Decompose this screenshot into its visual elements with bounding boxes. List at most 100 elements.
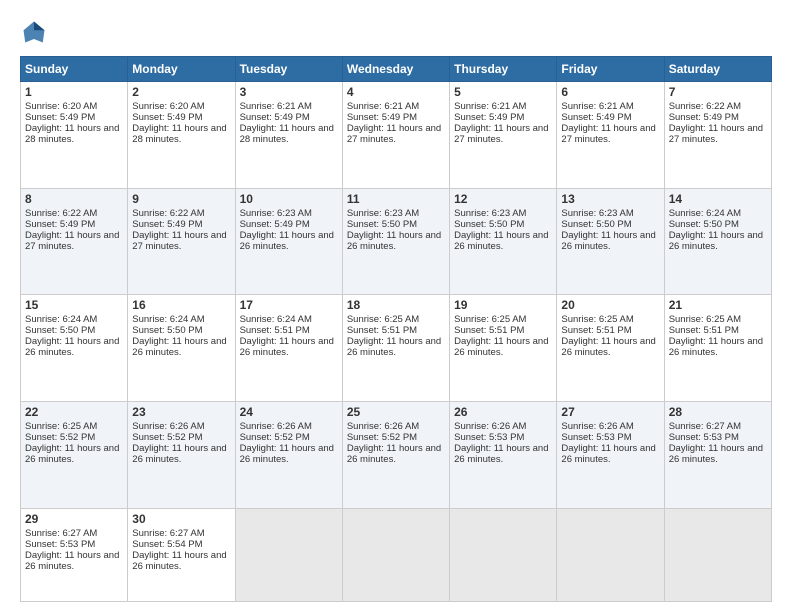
header-row: SundayMondayTuesdayWednesdayThursdayFrid… xyxy=(21,57,772,82)
col-header-thursday: Thursday xyxy=(450,57,557,82)
day-number: 25 xyxy=(347,405,445,419)
sunrise-label: Sunrise: 6:21 AM xyxy=(561,101,633,112)
sunset-label: Sunset: 5:50 PM xyxy=(132,325,202,336)
day-number: 21 xyxy=(669,298,767,312)
sunset-label: Sunset: 5:52 PM xyxy=(240,432,310,443)
daylight-label: Daylight: 11 hours and 26 minutes. xyxy=(669,336,763,358)
day-number: 20 xyxy=(561,298,659,312)
day-number: 17 xyxy=(240,298,338,312)
day-number: 14 xyxy=(669,192,767,206)
sunset-label: Sunset: 5:49 PM xyxy=(240,112,310,123)
sunrise-label: Sunrise: 6:23 AM xyxy=(347,208,419,219)
daylight-label: Daylight: 11 hours and 26 minutes. xyxy=(669,443,763,465)
daylight-label: Daylight: 11 hours and 26 minutes. xyxy=(347,230,441,252)
daylight-label: Daylight: 11 hours and 26 minutes. xyxy=(240,443,334,465)
sunset-label: Sunset: 5:49 PM xyxy=(669,112,739,123)
sunset-label: Sunset: 5:53 PM xyxy=(561,432,631,443)
sunrise-label: Sunrise: 6:22 AM xyxy=(25,208,97,219)
day-number: 15 xyxy=(25,298,123,312)
sunset-label: Sunset: 5:50 PM xyxy=(561,219,631,230)
col-header-saturday: Saturday xyxy=(664,57,771,82)
sunrise-label: Sunrise: 6:25 AM xyxy=(669,314,741,325)
day-number: 8 xyxy=(25,192,123,206)
sunset-label: Sunset: 5:53 PM xyxy=(25,539,95,550)
day-number: 11 xyxy=(347,192,445,206)
calendar-cell: 18 Sunrise: 6:25 AM Sunset: 5:51 PM Dayl… xyxy=(342,295,449,402)
daylight-label: Daylight: 11 hours and 26 minutes. xyxy=(132,443,226,465)
calendar-cell: 22 Sunrise: 6:25 AM Sunset: 5:52 PM Dayl… xyxy=(21,402,128,509)
calendar-cell: 20 Sunrise: 6:25 AM Sunset: 5:51 PM Dayl… xyxy=(557,295,664,402)
day-number: 24 xyxy=(240,405,338,419)
calendar-cell: 4 Sunrise: 6:21 AM Sunset: 5:49 PM Dayli… xyxy=(342,82,449,189)
sunset-label: Sunset: 5:49 PM xyxy=(454,112,524,123)
logo-icon xyxy=(20,18,48,46)
sunrise-label: Sunrise: 6:24 AM xyxy=(25,314,97,325)
sunrise-label: Sunrise: 6:24 AM xyxy=(240,314,312,325)
sunrise-label: Sunrise: 6:22 AM xyxy=(132,208,204,219)
sunrise-label: Sunrise: 6:27 AM xyxy=(132,528,204,539)
sunset-label: Sunset: 5:52 PM xyxy=(347,432,417,443)
day-number: 28 xyxy=(669,405,767,419)
sunrise-label: Sunrise: 6:27 AM xyxy=(25,528,97,539)
sunrise-label: Sunrise: 6:25 AM xyxy=(25,421,97,432)
week-row-3: 15 Sunrise: 6:24 AM Sunset: 5:50 PM Dayl… xyxy=(21,295,772,402)
calendar-cell: 11 Sunrise: 6:23 AM Sunset: 5:50 PM Dayl… xyxy=(342,188,449,295)
sunrise-label: Sunrise: 6:26 AM xyxy=(454,421,526,432)
day-number: 3 xyxy=(240,85,338,99)
week-row-1: 1 Sunrise: 6:20 AM Sunset: 5:49 PM Dayli… xyxy=(21,82,772,189)
daylight-label: Daylight: 11 hours and 27 minutes. xyxy=(454,123,548,145)
sunset-label: Sunset: 5:52 PM xyxy=(25,432,95,443)
day-number: 16 xyxy=(132,298,230,312)
calendar-cell xyxy=(450,508,557,601)
daylight-label: Daylight: 11 hours and 26 minutes. xyxy=(347,443,441,465)
daylight-label: Daylight: 11 hours and 26 minutes. xyxy=(454,230,548,252)
day-number: 12 xyxy=(454,192,552,206)
calendar-cell: 16 Sunrise: 6:24 AM Sunset: 5:50 PM Dayl… xyxy=(128,295,235,402)
daylight-label: Daylight: 11 hours and 28 minutes. xyxy=(240,123,334,145)
calendar-cell: 2 Sunrise: 6:20 AM Sunset: 5:49 PM Dayli… xyxy=(128,82,235,189)
day-number: 2 xyxy=(132,85,230,99)
day-number: 30 xyxy=(132,512,230,526)
sunrise-label: Sunrise: 6:24 AM xyxy=(669,208,741,219)
daylight-label: Daylight: 11 hours and 27 minutes. xyxy=(132,230,226,252)
calendar-cell: 24 Sunrise: 6:26 AM Sunset: 5:52 PM Dayl… xyxy=(235,402,342,509)
day-number: 19 xyxy=(454,298,552,312)
daylight-label: Daylight: 11 hours and 26 minutes. xyxy=(454,336,548,358)
daylight-label: Daylight: 11 hours and 26 minutes. xyxy=(132,336,226,358)
daylight-label: Daylight: 11 hours and 27 minutes. xyxy=(669,123,763,145)
daylight-label: Daylight: 11 hours and 27 minutes. xyxy=(25,230,119,252)
calendar-cell: 12 Sunrise: 6:23 AM Sunset: 5:50 PM Dayl… xyxy=(450,188,557,295)
calendar-cell: 5 Sunrise: 6:21 AM Sunset: 5:49 PM Dayli… xyxy=(450,82,557,189)
daylight-label: Daylight: 11 hours and 26 minutes. xyxy=(25,443,119,465)
day-number: 26 xyxy=(454,405,552,419)
calendar-cell: 29 Sunrise: 6:27 AM Sunset: 5:53 PM Dayl… xyxy=(21,508,128,601)
calendar-cell: 13 Sunrise: 6:23 AM Sunset: 5:50 PM Dayl… xyxy=(557,188,664,295)
sunset-label: Sunset: 5:50 PM xyxy=(347,219,417,230)
daylight-label: Daylight: 11 hours and 26 minutes. xyxy=(561,336,655,358)
sunrise-label: Sunrise: 6:23 AM xyxy=(454,208,526,219)
sunset-label: Sunset: 5:50 PM xyxy=(25,325,95,336)
sunrise-label: Sunrise: 6:26 AM xyxy=(240,421,312,432)
calendar-cell: 8 Sunrise: 6:22 AM Sunset: 5:49 PM Dayli… xyxy=(21,188,128,295)
day-number: 29 xyxy=(25,512,123,526)
daylight-label: Daylight: 11 hours and 26 minutes. xyxy=(25,550,119,572)
calendar-cell: 28 Sunrise: 6:27 AM Sunset: 5:53 PM Dayl… xyxy=(664,402,771,509)
sunrise-label: Sunrise: 6:21 AM xyxy=(347,101,419,112)
calendar-cell: 19 Sunrise: 6:25 AM Sunset: 5:51 PM Dayl… xyxy=(450,295,557,402)
day-number: 18 xyxy=(347,298,445,312)
calendar-cell xyxy=(664,508,771,601)
calendar-cell: 17 Sunrise: 6:24 AM Sunset: 5:51 PM Dayl… xyxy=(235,295,342,402)
sunrise-label: Sunrise: 6:27 AM xyxy=(669,421,741,432)
sunrise-label: Sunrise: 6:22 AM xyxy=(669,101,741,112)
calendar-cell: 23 Sunrise: 6:26 AM Sunset: 5:52 PM Dayl… xyxy=(128,402,235,509)
sunrise-label: Sunrise: 6:24 AM xyxy=(132,314,204,325)
daylight-label: Daylight: 11 hours and 28 minutes. xyxy=(25,123,119,145)
sunset-label: Sunset: 5:49 PM xyxy=(561,112,631,123)
sunset-label: Sunset: 5:54 PM xyxy=(132,539,202,550)
sunset-label: Sunset: 5:53 PM xyxy=(669,432,739,443)
sunrise-label: Sunrise: 6:26 AM xyxy=(132,421,204,432)
day-number: 9 xyxy=(132,192,230,206)
day-number: 5 xyxy=(454,85,552,99)
calendar-cell: 10 Sunrise: 6:23 AM Sunset: 5:49 PM Dayl… xyxy=(235,188,342,295)
col-header-friday: Friday xyxy=(557,57,664,82)
